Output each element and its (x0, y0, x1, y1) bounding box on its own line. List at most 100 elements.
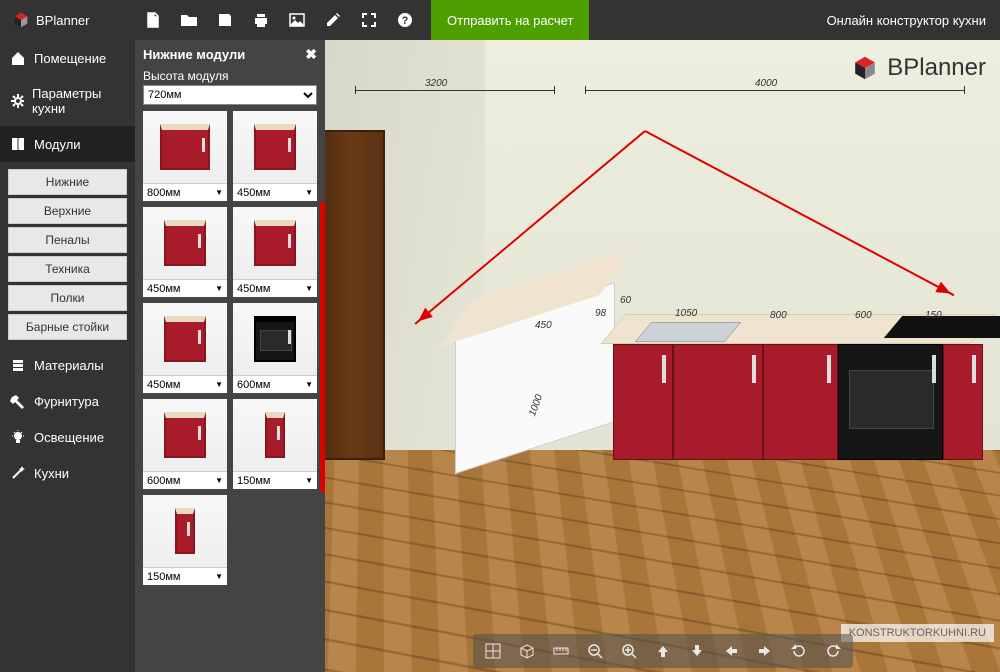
width-select[interactable]: 600мм (233, 375, 317, 393)
save-icon[interactable] (207, 0, 243, 40)
rotate-right-icon[interactable] (823, 641, 843, 661)
viewport-3d[interactable]: 3200 4000 60 1050 800 600 150 450 98 100… (325, 40, 1000, 672)
module-card[interactable]: 450мм (143, 207, 227, 297)
sidebar-label: Освещение (34, 430, 104, 445)
dim-value: 3200 (425, 78, 447, 89)
dim-value: 98 (595, 308, 606, 319)
app-name: BPlanner (36, 13, 89, 28)
gear-icon (10, 93, 24, 109)
dim-value: 150 (925, 310, 942, 321)
app-logo: BPlanner (0, 11, 135, 29)
dim-value: 60 (620, 295, 631, 306)
dim-value: 450 (535, 320, 552, 331)
width-select[interactable]: 800мм (143, 183, 227, 201)
module-card[interactable]: 600мм (143, 399, 227, 489)
kitchen-assembly: 60 1050 800 600 150 450 98 1000 (435, 280, 955, 480)
sink (635, 322, 742, 342)
sidebar-item-modules[interactable]: Модули (0, 126, 135, 162)
module-thumb (233, 399, 317, 471)
module-card[interactable]: 450мм (143, 303, 227, 393)
open-icon[interactable] (171, 0, 207, 40)
width-select[interactable]: 450мм (233, 183, 317, 201)
toolbar: ? (135, 0, 423, 40)
height-label: Высота модуля (143, 69, 317, 83)
width-select[interactable]: 450мм (143, 279, 227, 297)
image-icon[interactable] (279, 0, 315, 40)
cabinet (673, 344, 763, 460)
dim-value: 1050 (675, 308, 697, 319)
submit-label: Отправить на расчет (447, 13, 573, 28)
view-3d-icon[interactable] (517, 641, 537, 661)
sub-upper[interactable]: Верхние (8, 198, 127, 224)
panel-title: Нижние модули (143, 47, 245, 62)
arrow-right-icon[interactable] (755, 641, 775, 661)
width-select[interactable]: 150мм (143, 567, 227, 585)
arrow-left-icon[interactable] (721, 641, 741, 661)
zoom-out-icon[interactable] (585, 641, 605, 661)
view-grid-icon[interactable] (483, 641, 503, 661)
cabinet-fronts (613, 344, 983, 460)
help-icon[interactable]: ? (387, 0, 423, 40)
module-thumb (233, 303, 317, 375)
door (325, 130, 385, 460)
sidebar-item-materials[interactable]: Материалы (0, 347, 135, 383)
new-icon[interactable] (135, 0, 171, 40)
bulb-icon (10, 429, 26, 445)
submit-button[interactable]: Отправить на расчет (431, 0, 589, 40)
sidebar-label: Параметры кухни (32, 86, 125, 116)
materials-icon (10, 357, 26, 373)
sub-bar[interactable]: Барные стойки (8, 314, 127, 340)
cabinet (763, 344, 838, 460)
width-select[interactable]: 450мм (143, 375, 227, 393)
svg-text:?: ? (402, 15, 409, 27)
hammer-icon (10, 393, 26, 409)
dim-value: 800 (770, 310, 787, 321)
edit-icon[interactable] (315, 0, 351, 40)
canvas-brand: BPlanner (851, 54, 986, 82)
module-card[interactable]: 600мм (233, 303, 317, 393)
sidebar-item-lighting[interactable]: Освещение (0, 419, 135, 455)
close-icon[interactable]: ✖ (305, 46, 317, 63)
dim-value: 600 (855, 310, 872, 321)
module-card[interactable]: 450мм (233, 207, 317, 297)
sidebar-label: Кухни (34, 466, 69, 481)
rotate-left-icon[interactable] (789, 641, 809, 661)
logo-icon (12, 11, 30, 29)
module-card[interactable]: 450мм (233, 111, 317, 201)
oven (838, 344, 943, 460)
sub-lower[interactable]: Нижние (8, 169, 127, 195)
height-select[interactable]: 720мм (143, 85, 317, 105)
module-thumb (143, 495, 227, 567)
sidebar: Помещение Параметры кухни Модули Нижние … (0, 40, 135, 672)
sidebar-label: Помещение (34, 51, 106, 66)
sidebar-item-hardware[interactable]: Фурнитура (0, 383, 135, 419)
fullscreen-icon[interactable] (351, 0, 387, 40)
module-thumb (143, 207, 227, 279)
cabinet (613, 344, 673, 460)
sidebar-item-kitchens[interactable]: Кухни (0, 455, 135, 491)
arrow-down-icon[interactable] (687, 641, 707, 661)
sidebar-label: Модули (34, 137, 81, 152)
width-select[interactable]: 600мм (143, 471, 227, 489)
app-title: Онлайн конструктор кухни (827, 13, 1000, 28)
logo-icon (851, 54, 879, 82)
ruler-icon[interactable] (551, 641, 571, 661)
counter-run (613, 340, 983, 460)
module-card[interactable]: 150мм (143, 495, 227, 585)
zoom-in-icon[interactable] (619, 641, 639, 661)
watermark: KONSTRUKTORKUHNI.RU (841, 624, 994, 642)
sidebar-item-room[interactable]: Помещение (0, 40, 135, 76)
width-select[interactable]: 150мм (233, 471, 317, 489)
sub-shelves[interactable]: Полки (8, 285, 127, 311)
sidebar-item-params[interactable]: Параметры кухни (0, 76, 135, 126)
sub-appliances[interactable]: Техника (8, 256, 127, 282)
width-select[interactable]: 450мм (233, 279, 317, 297)
module-thumb (233, 207, 317, 279)
home-icon (10, 50, 26, 66)
module-card[interactable]: 150мм (233, 399, 317, 489)
view-controls (473, 634, 853, 668)
sub-tall[interactable]: Пеналы (8, 227, 127, 253)
arrow-up-icon[interactable] (653, 641, 673, 661)
print-icon[interactable] (243, 0, 279, 40)
module-card[interactable]: 800мм (143, 111, 227, 201)
